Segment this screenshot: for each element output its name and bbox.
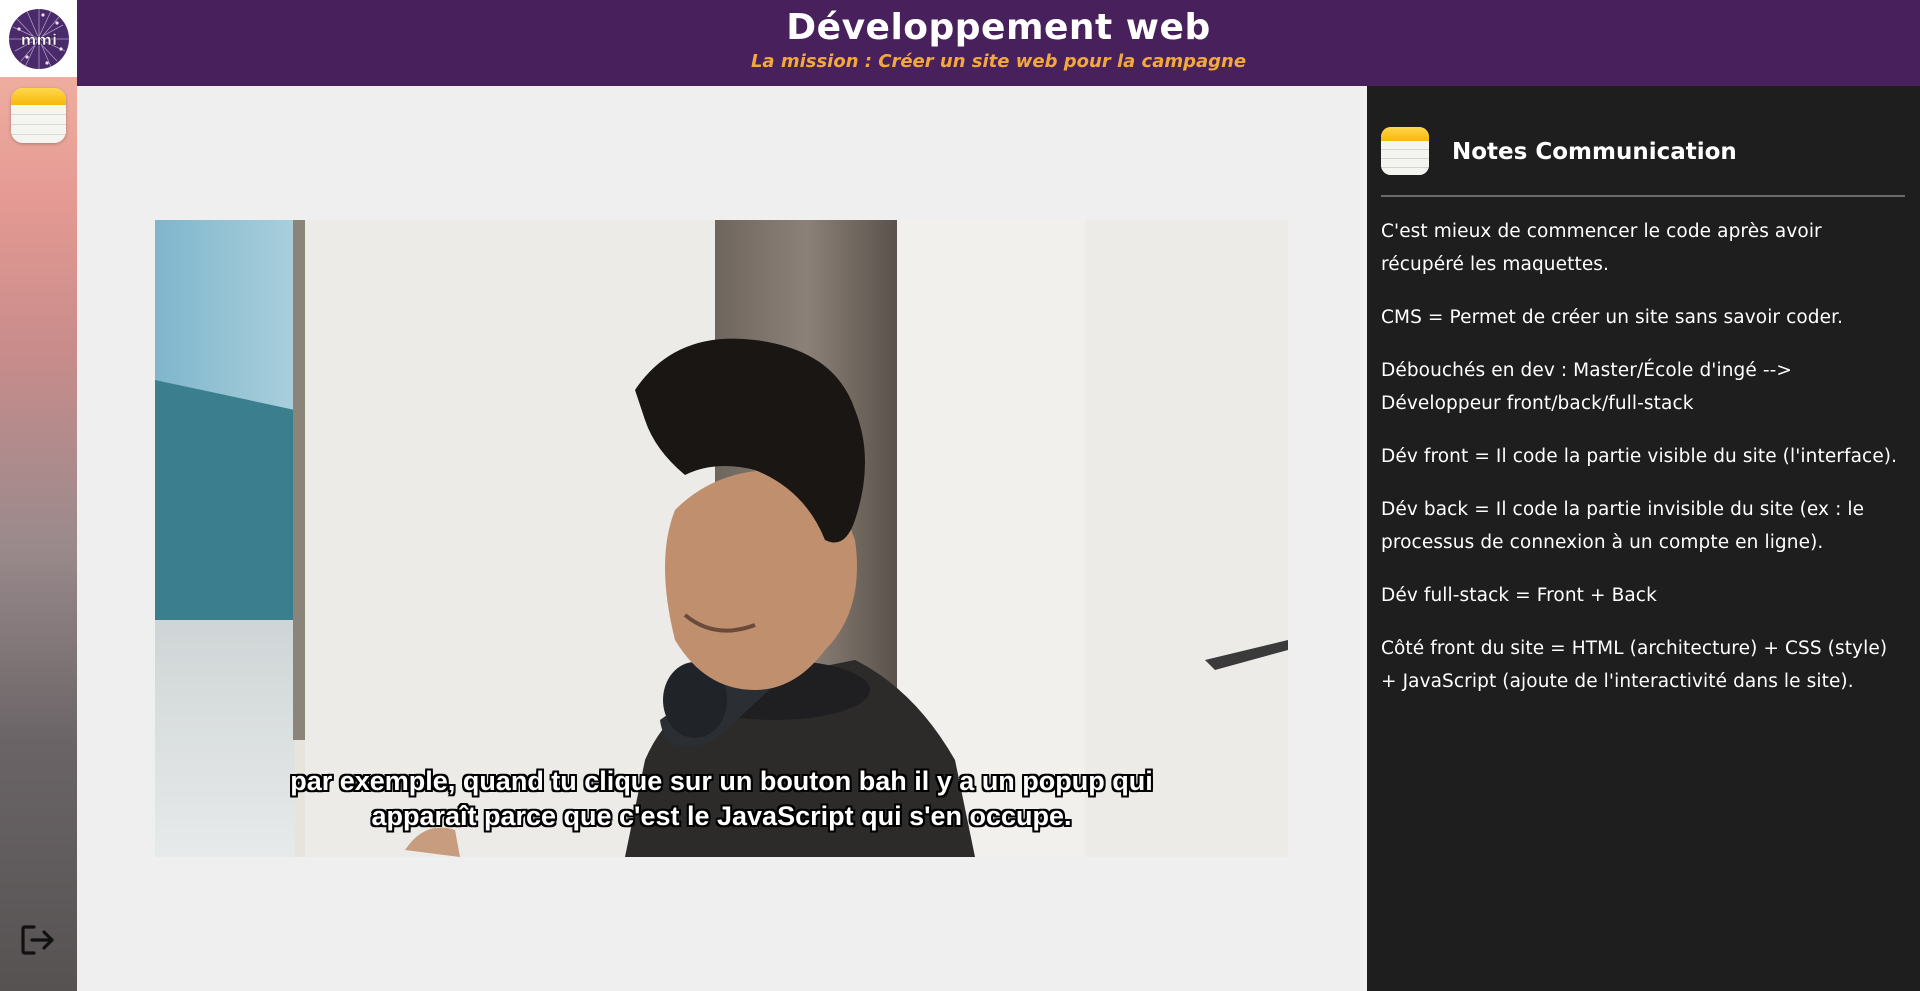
video-player[interactable]: par exemple, quand tu clique sur un bout… bbox=[155, 220, 1288, 857]
note-item: Dév front = Il code la partie visible du… bbox=[1381, 446, 1898, 467]
page-title: Développement web bbox=[786, 7, 1211, 48]
note-item: Dév back = Il code la partie invisible d… bbox=[1381, 499, 1865, 553]
notes-app-icon bbox=[1381, 127, 1429, 175]
notes-panel: Notes Communication C'est mieux de comme… bbox=[1367, 86, 1920, 991]
note-item: CMS = Permet de créer un site sans savoi… bbox=[1381, 307, 1844, 328]
video-caption-line-2: apparaît parce que c'est le JavaScript q… bbox=[371, 801, 1072, 831]
globe-logo-icon: mmi bbox=[8, 8, 69, 69]
notes-panel-title: Notes Communication bbox=[1452, 139, 1737, 165]
sidebar: mmi bbox=[0, 0, 77, 991]
notes-list: C'est mieux de commencer le code après a… bbox=[1381, 215, 1907, 718]
mmi-logo[interactable]: mmi bbox=[0, 0, 77, 77]
page-header: Développement web La mission : Créer un … bbox=[77, 0, 1920, 86]
video-frame bbox=[155, 220, 1288, 857]
video-caption: par exemple, quand tu clique sur un bout… bbox=[155, 764, 1288, 834]
logo-text: mmi bbox=[20, 31, 56, 49]
logout-icon bbox=[21, 925, 54, 955]
main-content: par exemple, quand tu clique sur un bout… bbox=[77, 86, 1367, 991]
notes-panel-header: Notes Communication bbox=[1381, 127, 1905, 197]
note-item: Côté front du site = HTML (architecture)… bbox=[1381, 638, 1888, 692]
notes-app-icon bbox=[11, 88, 66, 105]
logout-button[interactable] bbox=[19, 922, 57, 958]
note-item: C'est mieux de commencer le code après a… bbox=[1381, 221, 1822, 275]
notes-app-button[interactable] bbox=[11, 88, 66, 143]
video-caption-line-1: par exemple, quand tu clique sur un bout… bbox=[290, 766, 1153, 796]
note-item: Dév full-stack = Front + Back bbox=[1381, 585, 1657, 606]
mission-subtitle: La mission : Créer un site web pour la c… bbox=[750, 51, 1247, 72]
note-item: Débouchés en dev : Master/École d'ingé -… bbox=[1381, 360, 1793, 414]
